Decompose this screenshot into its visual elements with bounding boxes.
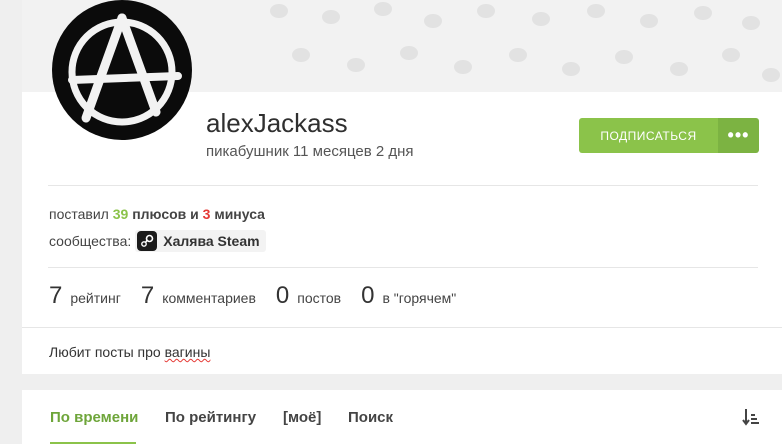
about-misspelled-word: вагины bbox=[164, 344, 211, 360]
counter-label: постов bbox=[297, 290, 342, 306]
votes-prefix: поставил bbox=[49, 206, 109, 222]
cover-pattern bbox=[694, 6, 712, 20]
cover-pattern bbox=[424, 14, 442, 28]
pluses-count: 39 bbox=[112, 206, 129, 222]
sort-tabs: По времени По рейтингу [моё] Поиск bbox=[22, 390, 782, 444]
counter-label: комментариев bbox=[162, 290, 256, 306]
profile-subtitle: пикабушник 11 месяцев 2 дня bbox=[206, 143, 414, 160]
tab-by-rating[interactable]: По рейтингу bbox=[165, 409, 256, 426]
hot-counter[interactable]: 0 в "горячем" bbox=[361, 282, 456, 310]
cover-pattern bbox=[400, 46, 418, 60]
comments-counter[interactable]: 7 комментариев bbox=[141, 282, 256, 310]
tab-search[interactable]: Поиск bbox=[348, 409, 393, 426]
cover-pattern bbox=[532, 12, 550, 26]
community-chip[interactable]: Халява Steam bbox=[135, 230, 266, 252]
community-name: Халява Steam bbox=[163, 233, 260, 249]
anarchy-icon bbox=[68, 13, 182, 126]
counter-value: 7 bbox=[140, 282, 155, 309]
tab-mine[interactable]: [моё] bbox=[283, 409, 321, 426]
cover-pattern bbox=[670, 62, 688, 76]
cover-pattern bbox=[292, 48, 310, 62]
cover-pattern bbox=[762, 68, 780, 82]
pluses-label: плюсов и bbox=[132, 206, 199, 222]
counter-label: в "горячем" bbox=[382, 290, 457, 306]
more-options-button[interactable]: ••• bbox=[718, 118, 759, 153]
minuses-count: 3 bbox=[202, 206, 211, 222]
communities-label: сообщества: bbox=[49, 233, 132, 249]
communities: сообщества: Халява Steam bbox=[49, 230, 266, 252]
cover-pattern bbox=[509, 48, 527, 62]
cover-pattern bbox=[347, 58, 365, 72]
counter-value: 7 bbox=[49, 282, 63, 309]
cover-pattern bbox=[454, 60, 472, 74]
subscribe-button[interactable]: Подписаться bbox=[579, 118, 718, 153]
divider bbox=[48, 185, 758, 186]
cover-pattern bbox=[722, 48, 740, 62]
profile-about: Любит посты про вагины bbox=[49, 344, 210, 360]
rating-counter: 7 рейтинг bbox=[49, 282, 121, 310]
avatar[interactable] bbox=[52, 0, 192, 140]
cover-pattern bbox=[322, 10, 340, 24]
cover-pattern bbox=[742, 16, 760, 30]
cover-pattern bbox=[587, 4, 605, 18]
counter-value: 0 bbox=[275, 282, 290, 309]
posts-counter[interactable]: 0 постов bbox=[276, 282, 341, 310]
votes-summary: поставил 39 плюсов и 3 минуса bbox=[49, 206, 265, 222]
username: alexJackass bbox=[206, 108, 348, 138]
divider bbox=[22, 327, 782, 328]
cover-pattern bbox=[477, 4, 495, 18]
cover-pattern bbox=[562, 62, 580, 76]
cover-pattern bbox=[640, 14, 658, 28]
cover-pattern bbox=[374, 2, 392, 16]
about-text: Любит посты про bbox=[49, 344, 165, 360]
counter-value: 0 bbox=[361, 282, 375, 309]
steam-icon bbox=[137, 231, 158, 251]
profile-counters: 7 рейтинг 7 комментариев 0 постов 0 в "г… bbox=[49, 282, 476, 310]
minuses-label: минуса bbox=[214, 206, 265, 222]
tab-by-time[interactable]: По времени bbox=[50, 409, 138, 426]
counter-label: рейтинг bbox=[70, 290, 121, 306]
cover-pattern bbox=[615, 50, 633, 64]
sort-icon[interactable] bbox=[742, 407, 760, 432]
divider bbox=[48, 267, 758, 268]
cover-pattern bbox=[270, 4, 288, 18]
